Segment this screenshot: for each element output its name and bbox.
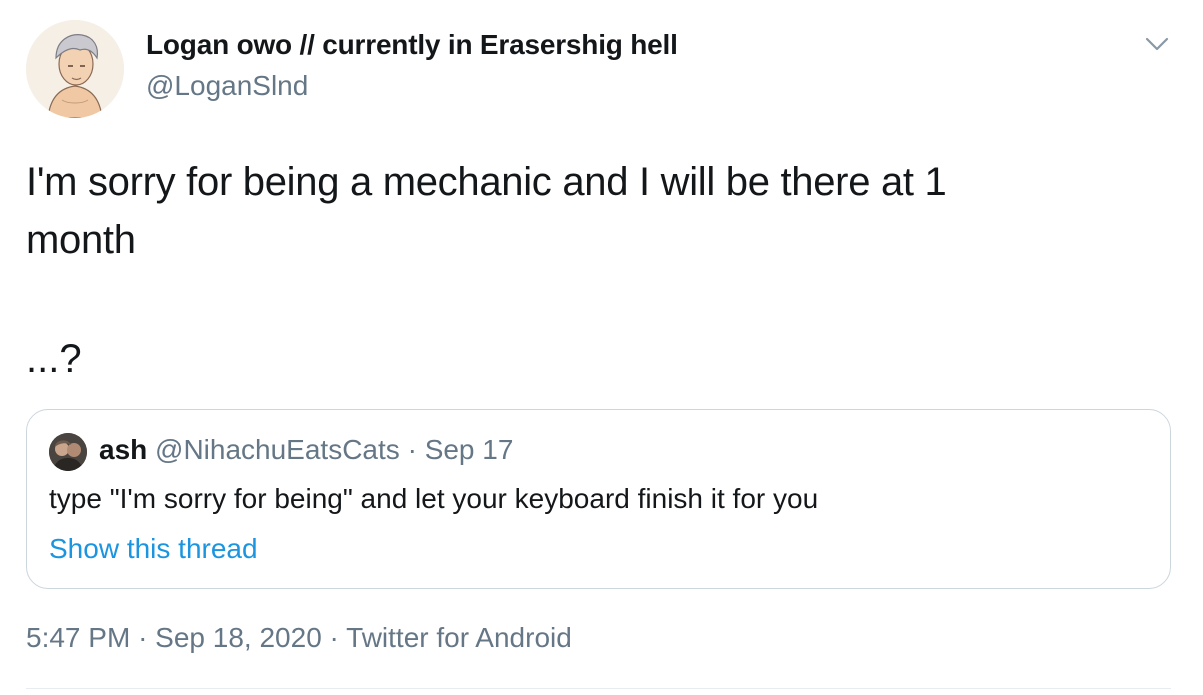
- tweet-text: I'm sorry for being a mechanic and I wil…: [26, 153, 1146, 269]
- quoted-date: Sep 17: [424, 434, 514, 465]
- quoted-header: ash @NihachuEatsCats · Sep 17: [99, 434, 513, 466]
- tweet-text-line: ...?: [26, 337, 82, 381]
- tweet-metadata: 5:47 PM · Sep 18, 2020 · Twitter for And…: [26, 622, 572, 654]
- tweet-time[interactable]: 5:47 PM: [26, 622, 130, 653]
- meta-separator: ·: [329, 622, 339, 653]
- quoted-author-name: ash: [99, 434, 148, 465]
- quoted-tweet-card[interactable]: ash @NihachuEatsCats · Sep 17 type "I'm …: [26, 409, 1171, 589]
- avatar-photo-icon: [49, 433, 87, 471]
- tweet-date[interactable]: Sep 18, 2020: [155, 622, 322, 653]
- author-avatar[interactable]: [26, 20, 124, 118]
- avatar-illustration-icon: [26, 20, 124, 118]
- tweet-text-line: month: [26, 218, 136, 262]
- meta-separator: ·: [138, 622, 148, 653]
- quoted-author-avatar: [49, 433, 87, 471]
- chevron-down-icon[interactable]: [1143, 33, 1171, 55]
- divider: [26, 688, 1171, 689]
- quoted-author-handle: @NihachuEatsCats: [155, 434, 400, 465]
- tweet-source[interactable]: Twitter for Android: [346, 622, 572, 653]
- quoted-separator: ·: [407, 434, 417, 465]
- tweet-text-line: I'm sorry for being a mechanic and I wil…: [26, 160, 947, 204]
- tweet: Logan owo // currently in Erasershig hel…: [0, 0, 1203, 695]
- show-thread-link[interactable]: Show this thread: [49, 533, 258, 565]
- quoted-text: type "I'm sorry for being" and let your …: [49, 483, 819, 514]
- author-display-name[interactable]: Logan owo // currently in Erasershig hel…: [146, 29, 678, 61]
- author-handle[interactable]: @LoganSlnd: [146, 70, 308, 102]
